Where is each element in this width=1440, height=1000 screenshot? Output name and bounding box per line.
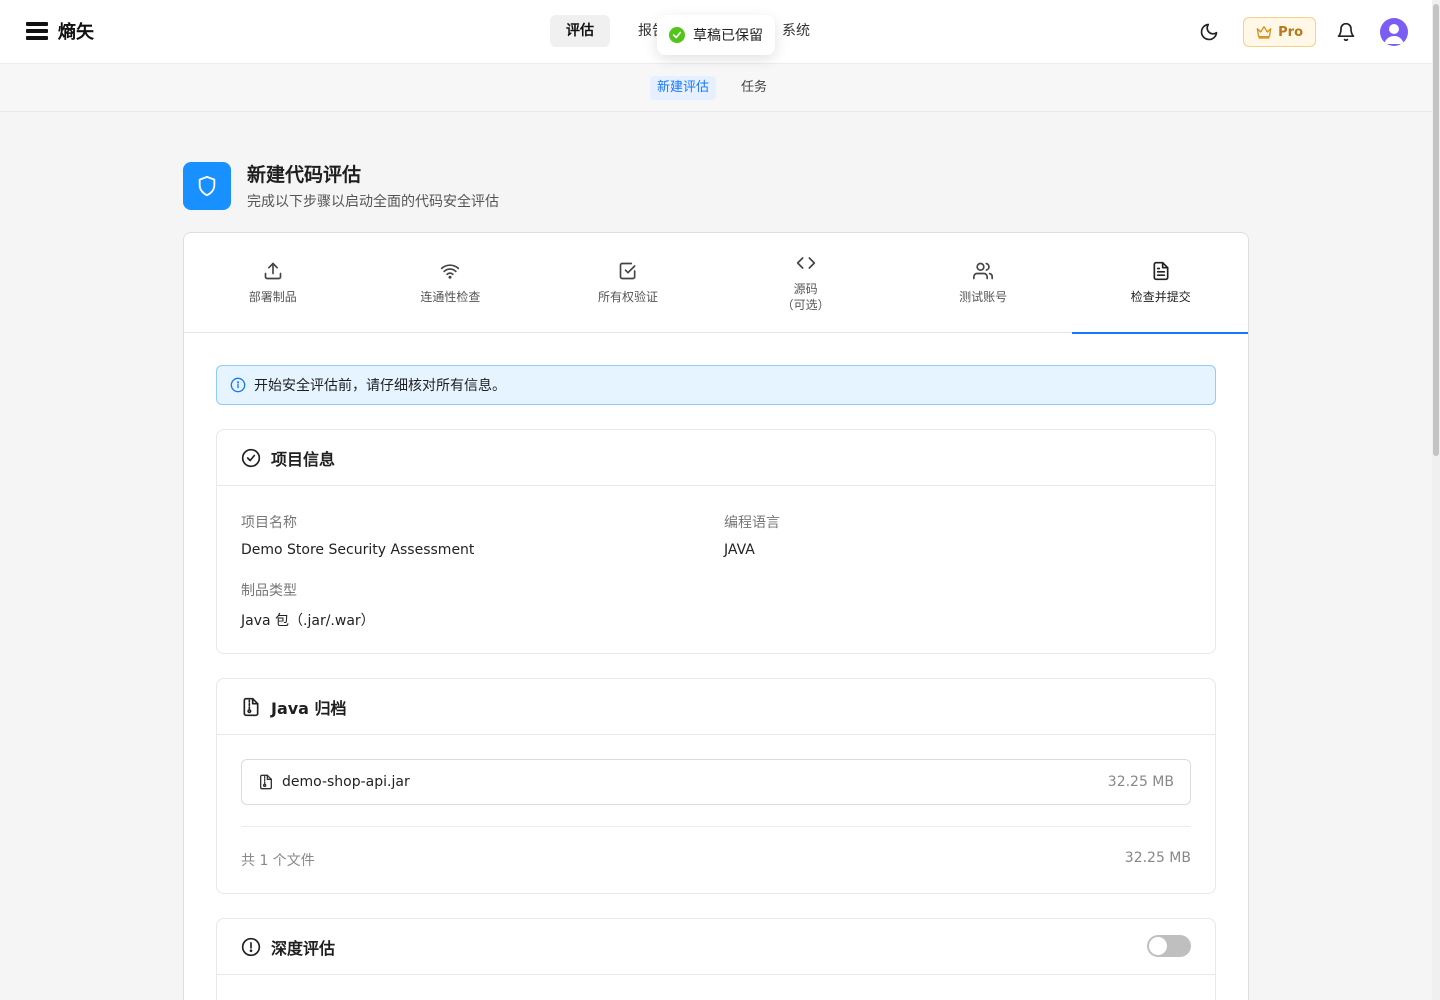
section-header: 深度评估 xyxy=(217,919,1215,975)
project-name-value: Demo Store Security Assessment xyxy=(241,542,475,558)
step-test-accounts[interactable]: 测试账号 xyxy=(894,233,1072,333)
section-title: 项目信息 xyxy=(271,449,336,469)
page-scrollbar[interactable] xyxy=(1432,0,1440,1000)
logo[interactable]: 熵矢 xyxy=(26,18,94,44)
code-icon xyxy=(796,257,815,269)
subnav-item-tasks[interactable]: 任务 xyxy=(734,76,774,100)
page-title: 新建代码评估 xyxy=(247,164,362,186)
deep-evaluation-section: 深度评估 xyxy=(216,918,1216,1000)
step-label: 源码 （可选） xyxy=(781,282,830,312)
step-connectivity-check[interactable]: 连通性检查 xyxy=(362,233,540,333)
step-label: 检查并提交 xyxy=(1130,290,1191,304)
checkbox-icon xyxy=(619,262,636,280)
language-value: JAVA xyxy=(724,542,755,558)
section-title: Java 归档 xyxy=(271,698,347,718)
step-tabs: 部署制品 连通性检查 所有权验证 源码 （可选） 测试账号 检查并提交 xyxy=(184,233,1248,334)
avatar[interactable] xyxy=(1380,18,1408,46)
dark-mode-moon-icon[interactable] xyxy=(1193,16,1225,48)
header-tools: Pro xyxy=(1193,16,1408,48)
step-label: 所有权验证 xyxy=(597,290,658,304)
pro-badge[interactable]: Pro xyxy=(1243,17,1316,47)
shield-icon xyxy=(183,161,231,210)
users-icon xyxy=(973,262,994,280)
sub-nav: 新建评估 任务 xyxy=(0,64,1432,112)
section-header: Java 归档 xyxy=(217,679,1215,735)
bell-icon[interactable] xyxy=(1330,16,1362,48)
nav-item-evaluate[interactable]: 评估 xyxy=(550,15,610,47)
step-deploy-artifact[interactable]: 部署制品 xyxy=(184,233,362,333)
nav-item-system[interactable]: 系统 xyxy=(766,15,826,47)
info-alert: 开始安全评估前，请仔细核对所有信息。 xyxy=(216,365,1216,405)
file-count: 共 1 个文件 xyxy=(241,853,315,869)
upload-icon xyxy=(264,262,282,280)
project-name-label: 项目名称 xyxy=(241,515,297,531)
page-header: 新建代码评估 完成以下步骤以启动全面的代码安全评估 xyxy=(183,160,499,211)
subnav-item-new-evaluation[interactable]: 新建评估 xyxy=(650,76,717,100)
logo-mark-icon xyxy=(26,22,48,40)
toast-message: 草稿已保留 xyxy=(693,28,763,44)
step-label: 测试账号 xyxy=(959,290,1008,304)
alert-text: 开始安全评估前，请仔细核对所有信息。 xyxy=(254,378,506,394)
section-header: 项目信息 xyxy=(217,430,1215,486)
step-source-code[interactable]: 源码 （可选） xyxy=(717,233,895,333)
project-info-section: 项目信息 项目名称 Demo Store Security Assessment… xyxy=(216,429,1216,654)
wifi-icon xyxy=(441,264,460,279)
toggle-knob xyxy=(1149,937,1167,955)
file-size: 32.25 MB xyxy=(1107,774,1174,790)
artifact-type-value: Java 包（.jar/.war） xyxy=(241,613,375,629)
alert-circle-icon xyxy=(241,937,261,956)
pro-label: Pro xyxy=(1278,24,1303,40)
page-subtitle: 完成以下步骤以启动全面的代码安全评估 xyxy=(247,194,499,210)
document-icon xyxy=(1153,261,1169,281)
file-total-row: 共 1 个文件 32.25 MB xyxy=(241,850,1191,870)
step-ownership-verification[interactable]: 所有权验证 xyxy=(539,233,717,333)
artifact-type-label: 制品类型 xyxy=(241,583,297,599)
step-label: 连通性检查 xyxy=(420,290,481,304)
evaluation-card: 部署制品 连通性检查 所有权验证 源码 （可选） 测试账号 检查并提交 开始安全… xyxy=(183,232,1249,1000)
toast-notification: 草稿已保留 xyxy=(657,15,775,55)
crown-icon xyxy=(1256,25,1272,39)
check-circle-icon xyxy=(241,448,261,467)
scrollbar-thumb[interactable] xyxy=(1433,4,1439,456)
success-check-icon xyxy=(669,27,685,43)
section-title: 深度评估 xyxy=(271,938,336,958)
java-archive-section: Java 归档 demo-shop-api.jar 32.25 MB 共 1 个… xyxy=(216,678,1216,894)
file-item[interactable]: demo-shop-api.jar 32.25 MB xyxy=(241,759,1191,805)
info-icon xyxy=(230,377,246,393)
deep-evaluation-toggle[interactable] xyxy=(1147,935,1191,957)
file-name: demo-shop-api.jar xyxy=(282,774,410,790)
total-size: 32.25 MB xyxy=(1124,850,1191,866)
brand-name: 熵矢 xyxy=(58,22,94,43)
step-label: 部署制品 xyxy=(248,290,297,304)
language-label: 编程语言 xyxy=(724,515,780,531)
step-review-submit[interactable]: 检查并提交 xyxy=(1071,233,1248,334)
file-archive-icon xyxy=(243,697,259,716)
file-archive-icon xyxy=(260,774,272,790)
divider xyxy=(241,826,1191,827)
